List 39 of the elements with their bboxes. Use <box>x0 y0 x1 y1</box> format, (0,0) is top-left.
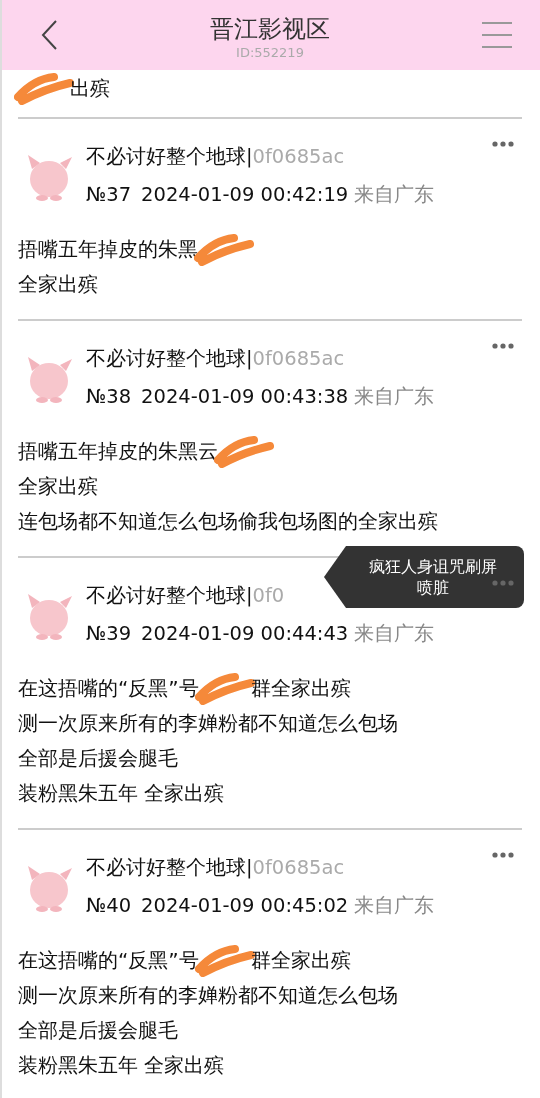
user-id: 0f0685ac <box>252 145 345 168</box>
floor-number: №37 <box>86 182 132 208</box>
post-text: 全部是后援会腿毛 <box>18 1016 178 1044</box>
post-text: 出殡 <box>70 74 110 102</box>
post-location: 来自广东 <box>354 182 435 208</box>
floor-number: №40 <box>86 893 132 919</box>
report-tooltip: 疯狂人身诅咒刷屏 喷脏 <box>324 546 524 608</box>
post-text: 连包场都不知道怎么包场偷我包场图的全家出殡 <box>18 507 438 535</box>
user-id: 0f0 <box>252 584 285 607</box>
post-time: 2024-01-09 00:42:19 <box>141 182 349 208</box>
post-text: 全家出殡 <box>18 270 98 298</box>
post-text: 装粉黑朱五年 全家出殡 <box>18 779 225 807</box>
post-text: 捂嘴五年掉皮的朱黑 <box>18 235 198 263</box>
floor-number: №38 <box>86 384 132 410</box>
post-text: 群全家出殡 <box>250 946 351 974</box>
post-text: 测一次原来所有的李婵粉都不知道怎么包场 <box>18 981 398 1009</box>
page-title: 晋江影视区 <box>210 14 330 44</box>
post-time: 2024-01-09 00:44:43 <box>141 621 349 647</box>
board-id: ID:552219 <box>236 44 304 62</box>
post-location: 来自广东 <box>354 384 435 410</box>
user-name[interactable]: 不必讨好整个地球| <box>86 347 253 370</box>
user-id: 0f0685ac <box>252 347 345 370</box>
post-location: 来自广东 <box>354 621 435 647</box>
floor-number: №39 <box>86 621 132 647</box>
post-text: 在这捂嘴的“反黑”号 <box>18 946 199 974</box>
post-text: 捂嘴五年掉皮的朱黑云 <box>18 437 218 465</box>
post-text: 全家出殡 <box>18 472 98 500</box>
post-text: 在这捂嘴的“反黑”号 <box>18 674 199 702</box>
post-time: 2024-01-09 00:45:02 <box>141 893 349 919</box>
post-text: 测一次原来所有的李婵粉都不知道怎么包场 <box>18 709 398 737</box>
user-name[interactable]: 不必讨好整个地球| <box>86 856 253 879</box>
user-name[interactable]: 不必讨好整个地球| <box>86 584 253 607</box>
post-text: 群全家出殡 <box>250 674 351 702</box>
post-time: 2024-01-09 00:43:38 <box>141 384 349 410</box>
post-text: 全部是后援会腿毛 <box>18 744 178 772</box>
user-name[interactable]: 不必讨好整个地球| <box>86 145 253 168</box>
user-id: 0f0685ac <box>252 856 345 879</box>
post-location: 来自广东 <box>354 893 435 919</box>
post-text: 装粉黑朱五年 全家出殡 <box>18 1051 225 1079</box>
